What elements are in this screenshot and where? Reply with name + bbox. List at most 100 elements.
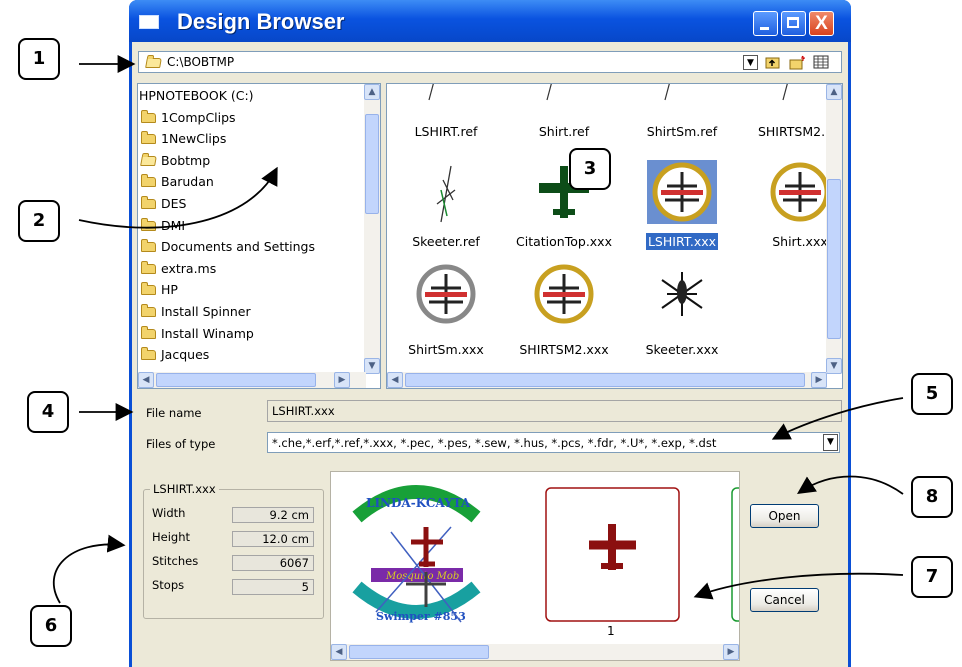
file-name-field[interactable]: LSHIRT.xxx (267, 400, 842, 422)
stat-label: Stitches (152, 554, 199, 568)
scroll-thumb[interactable] (365, 114, 379, 214)
folder-icon (141, 217, 156, 231)
files-of-type-select[interactable]: *.che,*.erf,*.ref,*.xxx, *.pec, *.pes, *… (267, 432, 840, 453)
file-thumbnail[interactable]: LSHIRT.ref (387, 84, 505, 154)
file-name-text: LSHIRT.xxx (645, 233, 719, 250)
Skeeter-thumbnail-icon (436, 165, 456, 223)
callout-6: 6 (30, 605, 72, 647)
scroll-thumb[interactable] (349, 645, 489, 659)
thumbs-horizontal-scrollbar[interactable]: ◀ ▶ (387, 372, 827, 388)
preview-horizontal-scrollbar[interactable]: ◀ ▶ (331, 644, 739, 660)
new-folder-icon (789, 55, 805, 70)
tree-folder-item[interactable]: Bobtmp (140, 151, 211, 170)
file-thumbnail[interactable]: Shirt.ref (505, 84, 623, 154)
scroll-right-button[interactable]: ▶ (723, 644, 739, 660)
path-combobox[interactable]: C:\BOBTMP ▼ (138, 51, 842, 73)
tree-item-label: Install Spinner (161, 304, 251, 319)
file-thumbnail-view[interactable]: LSHIRT.ref Shirt.ref ShirtSm.ref SHIRTSM2.r… (386, 83, 843, 389)
SHIRTSM2-thumbnail-icon (782, 84, 788, 101)
maximize-button[interactable] (781, 11, 806, 36)
folder-icon (141, 174, 156, 188)
tree-vertical-scrollbar[interactable]: ▲ ▼ (364, 84, 380, 374)
stop-preview-strip[interactable]: LINDA-KCAYTA Swimper #853 Mosquito Mob 1… (330, 471, 740, 661)
file-thumbnail[interactable]: Skeeter.xxx (623, 262, 741, 357)
Shirt-thumbnail-icon (546, 84, 552, 101)
tree-folder-item[interactable]: extra.ms (141, 259, 216, 278)
file-thumbnail-label: SHIRTSM2.xxx (505, 342, 623, 357)
stat-value: 9.2 cm (232, 507, 314, 523)
file-name-text: Shirt.xxx (772, 234, 828, 249)
tree-folder-item[interactable]: DES (141, 194, 186, 213)
file-thumbnail-label: Skeeter.xxx (623, 342, 741, 357)
scroll-down-button[interactable]: ▼ (364, 358, 380, 374)
thumbs-vertical-scrollbar[interactable]: ▲ ▼ (826, 84, 842, 374)
scroll-thumb[interactable] (405, 373, 805, 387)
design-text-top: LINDA-KCAYTA (366, 496, 471, 510)
tree-item-label: 1CompClips (161, 109, 236, 125)
view-menu-button[interactable] (813, 55, 829, 70)
tree-folder-item[interactable]: 1CompClips (141, 108, 236, 127)
file-thumbnail-label: ShirtSm.xxx (387, 342, 505, 357)
tree-folder-item[interactable]: DMI (141, 216, 185, 235)
next-stop-frame[interactable] (731, 487, 740, 622)
file-thumbnail[interactable]: LSHIRT.xxx (623, 160, 741, 250)
tree-folder-item[interactable]: Install Winamp (141, 324, 254, 343)
chevron-down-icon[interactable]: ▼ (823, 434, 838, 451)
tree-folder-item[interactable]: Jacques (141, 345, 209, 364)
file-thumbnail-label: Shirt.ref (505, 124, 623, 139)
tree-folder-item[interactable]: Documents and Settings (141, 237, 315, 256)
file-thumbnail[interactable]: ShirtSm.ref (623, 84, 741, 154)
file-thumbnail-label: LSHIRT.xxx (623, 233, 741, 250)
scroll-right-button[interactable]: ▶ (811, 372, 827, 388)
file-thumbnail-label: LSHIRT.ref (387, 124, 505, 139)
file-thumbnail-label: ShirtSm.ref (623, 124, 741, 139)
scroll-right-button[interactable]: ▶ (334, 372, 350, 388)
stat-value: 6067 (232, 555, 314, 571)
file-name-label: File name (146, 406, 202, 420)
tree-folder-item[interactable]: Install Spinner (141, 302, 251, 321)
file-name-text: CitationTop.xxx (516, 234, 612, 249)
tree-item-label: 1NewClips (161, 131, 227, 147)
ShirtSm-thumbnail-icon (416, 264, 476, 324)
folder-icon (141, 325, 156, 339)
tree-drive-item[interactable]: HPNOTEBOOK (C:) (139, 86, 254, 105)
up-folder-button[interactable] (765, 55, 781, 70)
tree-folder-item[interactable]: 1NewClips (141, 129, 226, 148)
up-folder-icon (765, 57, 780, 69)
scroll-up-button[interactable]: ▲ (364, 84, 380, 100)
cancel-button[interactable]: Cancel (750, 588, 819, 612)
scroll-thumb[interactable] (156, 373, 316, 387)
tree-item-label: Bobtmp (161, 152, 211, 168)
file-thumbnail[interactable]: Skeeter.ref (387, 160, 505, 249)
tree-horizontal-scrollbar[interactable]: ◀ ▶ (138, 372, 366, 388)
tree-item-label: HP (161, 282, 178, 298)
minimize-button[interactable] (753, 11, 778, 36)
callout-1: 1 (18, 38, 60, 80)
tree-folder-item[interactable]: HP (141, 280, 178, 299)
path-dropdown-button[interactable]: ▼ (743, 55, 758, 70)
scroll-left-button[interactable]: ◀ (138, 372, 154, 388)
new-folder-button[interactable] (789, 55, 805, 70)
scroll-thumb[interactable] (827, 179, 841, 339)
close-button[interactable]: X (809, 11, 834, 36)
folder-icon (141, 109, 156, 123)
tree-folder-item[interactable]: Barudan (141, 172, 214, 191)
file-thumbnail[interactable]: SHIRTSM2.xxx (505, 262, 623, 357)
callout-4: 4 (27, 391, 69, 433)
scroll-up-button[interactable]: ▲ (826, 84, 842, 100)
callout-7: 7 (911, 556, 953, 598)
files-of-type-value: *.che,*.erf,*.ref,*.xxx, *.pec, *.pes, *… (272, 436, 717, 450)
tree-item-label: Barudan (161, 174, 214, 190)
folder-tree[interactable]: HPNOTEBOOK (C:) 1CompClips 1NewClips Bobtmp… (137, 83, 381, 389)
scroll-left-button[interactable]: ◀ (331, 644, 347, 660)
scroll-left-button[interactable]: ◀ (387, 372, 403, 388)
folder-icon (141, 347, 156, 361)
file-thumbnail[interactable]: ShirtSm.xxx (387, 262, 505, 357)
title-bar[interactable]: Design Browser X (129, 0, 851, 42)
window-title: Design Browser (177, 9, 345, 34)
scroll-down-button[interactable]: ▼ (826, 358, 842, 374)
folder-icon (141, 131, 156, 145)
arrow-6 (53, 534, 126, 604)
open-button[interactable]: Open (750, 504, 819, 528)
tree-item-label: HPNOTEBOOK (C:) (139, 88, 254, 103)
